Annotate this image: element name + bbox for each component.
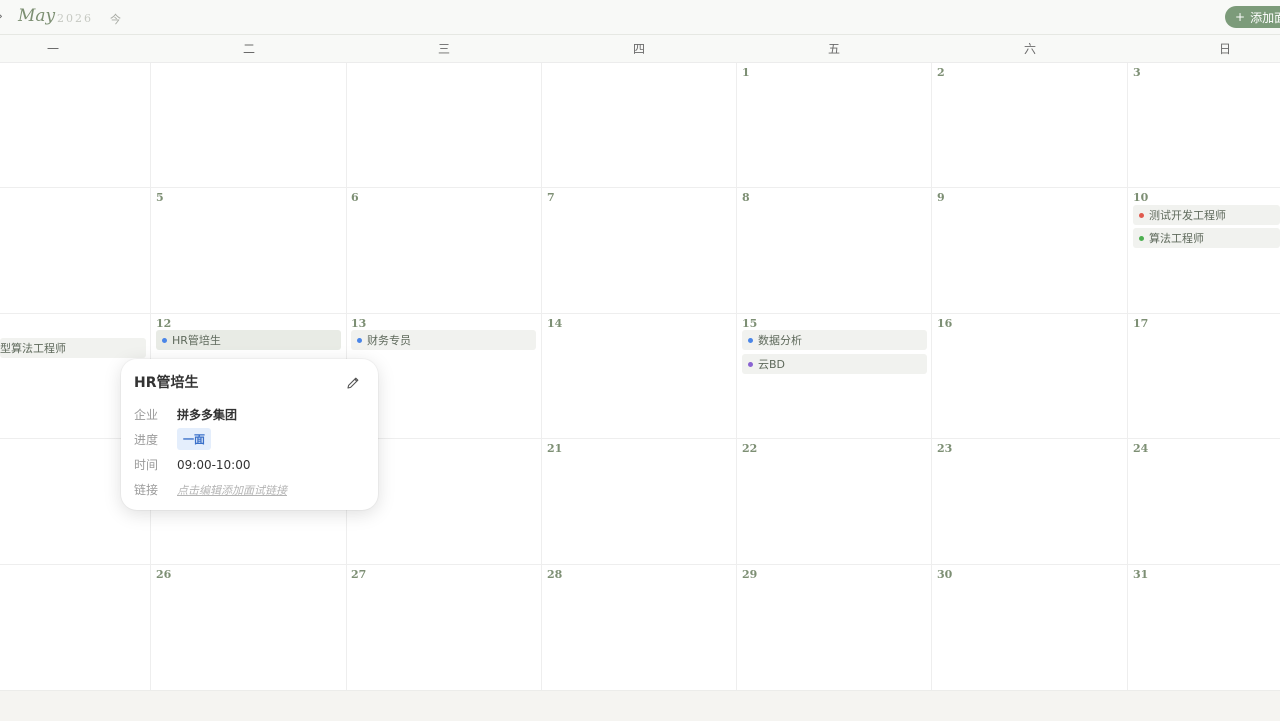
day-number[interactable]: 28 (547, 568, 562, 581)
day-number[interactable]: 6 (351, 191, 359, 204)
month-title: May (18, 6, 56, 26)
event-color-dot (162, 337, 167, 343)
day-number[interactable]: 13 (351, 317, 366, 330)
day-number[interactable]: 7 (547, 191, 555, 204)
weekday-sun: 日 (1218, 42, 1232, 56)
edit-icon[interactable] (345, 375, 361, 391)
day-number[interactable]: 17 (1133, 317, 1148, 330)
day-number[interactable]: 1 (742, 66, 750, 79)
event-color-dot (748, 361, 753, 367)
event-title: 财务专员 (367, 334, 411, 347)
day-number[interactable]: 5 (156, 191, 164, 204)
prev-month-icon[interactable]: › (0, 9, 3, 23)
weekday-tue: 二 (242, 42, 256, 56)
link-placeholder[interactable]: 点击编辑添加面试链接 (177, 482, 287, 498)
event-color-dot (748, 337, 753, 343)
grid-divider (0, 564, 1280, 565)
event-test-dev-engineer[interactable]: 测试开发工程师 (1133, 205, 1280, 225)
event-detail-popup: HR管培生 企业 拼多多集团 进度 一面 时间 09:00-10:00 链接 点… (121, 359, 378, 510)
grid-divider (736, 63, 737, 690)
stage-label: 进度 (134, 432, 159, 447)
day-number[interactable]: 16 (937, 317, 952, 330)
grid-divider (1127, 63, 1128, 690)
event-finance-specialist[interactable]: 财务专员 (351, 330, 536, 350)
popup-time-row: 时间 09:00-10:00 (134, 456, 251, 473)
stage-badge: 一面 (177, 428, 211, 450)
day-number[interactable]: 8 (742, 191, 750, 204)
grid-divider (0, 187, 1280, 188)
day-number[interactable]: 14 (547, 317, 562, 330)
day-number[interactable]: 30 (937, 568, 952, 581)
event-title: HR管培生 (172, 334, 221, 347)
today-button[interactable]: 今 (110, 11, 121, 27)
day-number[interactable]: 10 (1133, 191, 1148, 204)
weekday-header: 一 二 三 四 五 六 日 (0, 35, 1280, 63)
year-label: 2026 (57, 12, 93, 25)
plus-icon: + (1235, 10, 1246, 24)
event-algorithm-engineer-continued[interactable]: 型算法工程师 (0, 338, 146, 358)
grid-divider (931, 63, 932, 690)
link-label: 链接 (134, 483, 159, 497)
day-number[interactable]: 27 (351, 568, 366, 581)
weekday-mon: 一 (46, 42, 60, 56)
day-number[interactable]: 3 (1133, 66, 1141, 79)
day-number[interactable]: 21 (547, 442, 562, 455)
popup-title: HR管培生 (134, 375, 199, 391)
day-number[interactable]: 15 (742, 317, 757, 330)
event-hr-trainee[interactable]: HR管培生 (156, 330, 341, 350)
day-number[interactable]: 26 (156, 568, 171, 581)
event-algorithm-engineer[interactable]: 算法工程师 (1133, 228, 1280, 248)
day-number[interactable]: 22 (742, 442, 757, 455)
event-color-dot (1139, 235, 1144, 241)
day-number[interactable]: 12 (156, 317, 171, 330)
weekday-thu: 四 (632, 42, 646, 56)
company-value: 拼多多集团 (177, 408, 238, 422)
day-number[interactable]: 31 (1133, 568, 1148, 581)
time-value: 09:00-10:00 (177, 457, 251, 472)
event-color-dot (357, 337, 362, 343)
event-title: 云BD (758, 358, 786, 371)
weekday-fri: 五 (827, 42, 841, 56)
day-number[interactable]: 24 (1133, 442, 1148, 455)
event-cloud-bd[interactable]: 云BD (742, 354, 927, 374)
top-bar: › May 2026 今 + 添加面试 (0, 0, 1280, 35)
event-color-dot (1139, 212, 1144, 218)
day-number[interactable]: 9 (937, 191, 945, 204)
weekday-sat: 六 (1023, 42, 1037, 56)
day-number[interactable]: 29 (742, 568, 757, 581)
day-number[interactable]: 2 (937, 66, 945, 79)
add-interview-button[interactable]: + 添加面试 (1225, 6, 1280, 28)
grid-divider (0, 313, 1280, 314)
add-interview-label: 添加面试 (1250, 10, 1280, 25)
company-label: 企业 (134, 408, 159, 422)
time-label: 时间 (134, 458, 159, 472)
event-title: 算法工程师 (1149, 232, 1204, 245)
event-title: 测试开发工程师 (1149, 209, 1226, 222)
event-title: 数据分析 (758, 334, 802, 347)
weekday-wed: 三 (437, 42, 451, 56)
popup-company-row: 企业 拼多多集团 (134, 406, 237, 423)
popup-stage-row: 进度 一面 (134, 428, 211, 450)
event-title: 型算法工程师 (0, 342, 66, 355)
grid-divider (541, 63, 542, 690)
popup-link-row: 链接 点击编辑添加面试链接 (134, 481, 287, 498)
event-data-analysis[interactable]: 数据分析 (742, 330, 927, 350)
footer-bar (0, 690, 1280, 721)
day-number[interactable]: 23 (937, 442, 952, 455)
